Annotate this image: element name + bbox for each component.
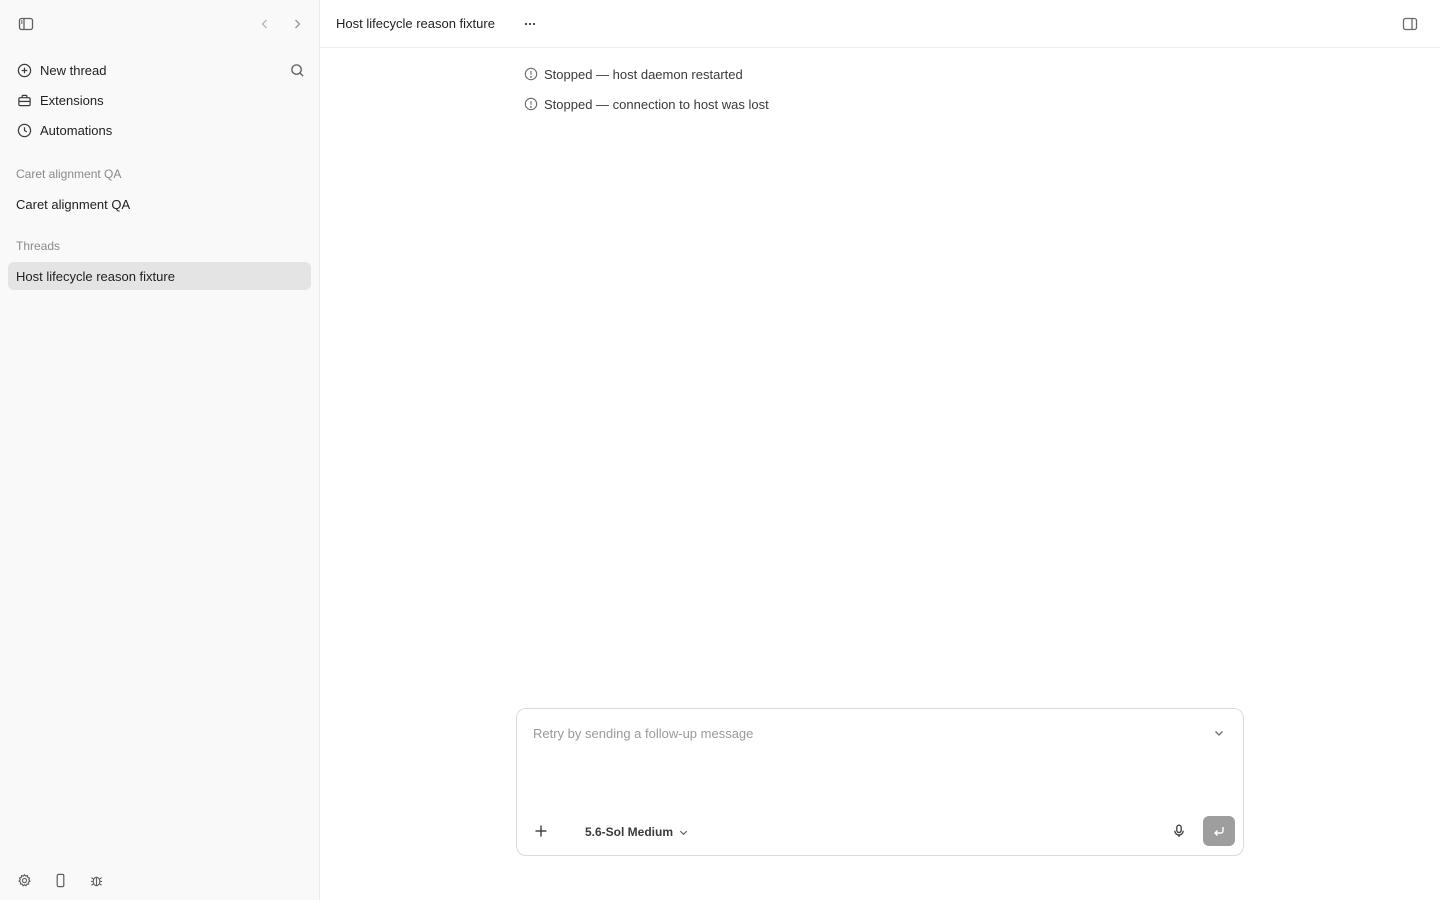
microphone-icon[interactable] [1167, 819, 1191, 843]
project-section-heading: Caret alignment QA [16, 167, 122, 181]
forward-arrow-icon[interactable] [285, 12, 309, 36]
model-label: 5.6-Sol Medium [585, 825, 674, 839]
send-button[interactable] [1203, 816, 1235, 846]
sidebar-toolbar [0, 0, 320, 48]
add-attachment-icon[interactable] [529, 819, 553, 843]
extensions-button[interactable]: Extensions [8, 86, 311, 114]
enter-arrow-icon [1212, 824, 1226, 838]
sidebar: New thread Extensions Automations Caret … [0, 0, 320, 900]
chevron-down-icon [678, 827, 689, 838]
status-message-text: Stopped — host daemon restarted [544, 66, 743, 82]
automations-button[interactable]: Automations [8, 116, 311, 144]
plus-circle-icon [16, 62, 32, 78]
composer: 5.6-Sol Medium [516, 708, 1244, 856]
model-selector[interactable]: 5.6-Sol Medium [585, 821, 689, 843]
thread-title: Host lifecycle reason fixture [336, 16, 495, 31]
more-options-icon[interactable] [518, 12, 542, 36]
new-thread-button[interactable]: New thread [8, 56, 311, 84]
status-message: Stopped — connection to host was lost [524, 94, 769, 114]
threads-section-heading: Threads [16, 239, 61, 253]
message-input[interactable] [533, 723, 1193, 743]
thread-header: Host lifecycle reason fixture [320, 0, 1440, 48]
automations-label: Automations [40, 122, 113, 138]
status-message-text: Stopped — connection to host was lost [544, 96, 769, 112]
toggle-sidebar-icon[interactable] [14, 12, 38, 36]
project-item[interactable]: Caret alignment QA [8, 190, 311, 218]
info-circle-icon [524, 97, 538, 111]
clock-icon [16, 122, 32, 138]
search-icon[interactable] [285, 58, 309, 82]
bug-icon[interactable] [84, 868, 108, 892]
status-message: Stopped — host daemon restarted [524, 64, 743, 84]
extensions-label: Extensions [40, 92, 104, 108]
new-thread-label: New thread [40, 62, 107, 78]
toolbox-icon [16, 92, 32, 108]
toggle-right-panel-icon[interactable] [1398, 12, 1422, 36]
collapse-chevron-icon[interactable] [1207, 721, 1231, 745]
mobile-device-icon[interactable] [48, 868, 72, 892]
thread-item[interactable]: Host lifecycle reason fixture [8, 262, 311, 290]
sidebar-footer [0, 852, 320, 900]
info-circle-icon [524, 67, 538, 81]
settings-gear-icon[interactable] [12, 868, 36, 892]
back-arrow-icon[interactable] [253, 12, 277, 36]
